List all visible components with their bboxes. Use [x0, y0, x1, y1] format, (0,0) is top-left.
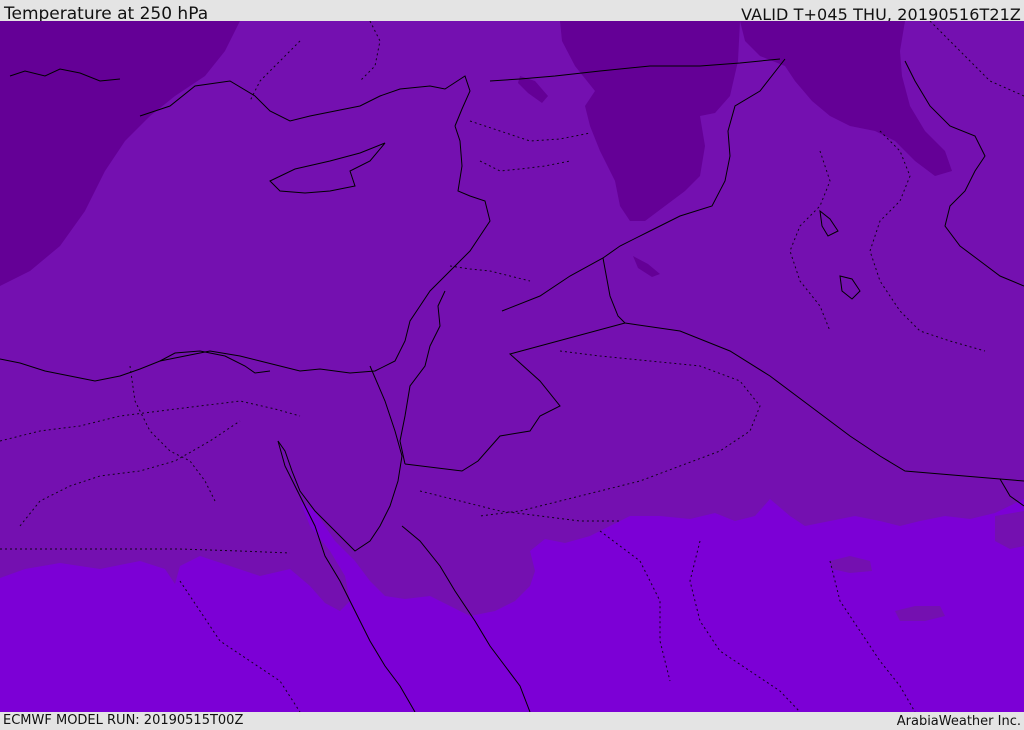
mid-island-3	[995, 511, 1024, 549]
temperature-field	[0, 21, 1024, 712]
model-run: ECMWF MODEL RUN: 20190515T00Z	[3, 713, 244, 728]
credit-label: ArabiaWeather Inc.	[896, 714, 1021, 729]
header-bar: Temperature at 250 hPa VALID T+045 THU, …	[0, 0, 1024, 24]
weather-map[interactable]	[0, 21, 1024, 712]
footer-bar: ECMWF MODEL RUN: 20190515T00Z ArabiaWeat…	[0, 712, 1024, 729]
